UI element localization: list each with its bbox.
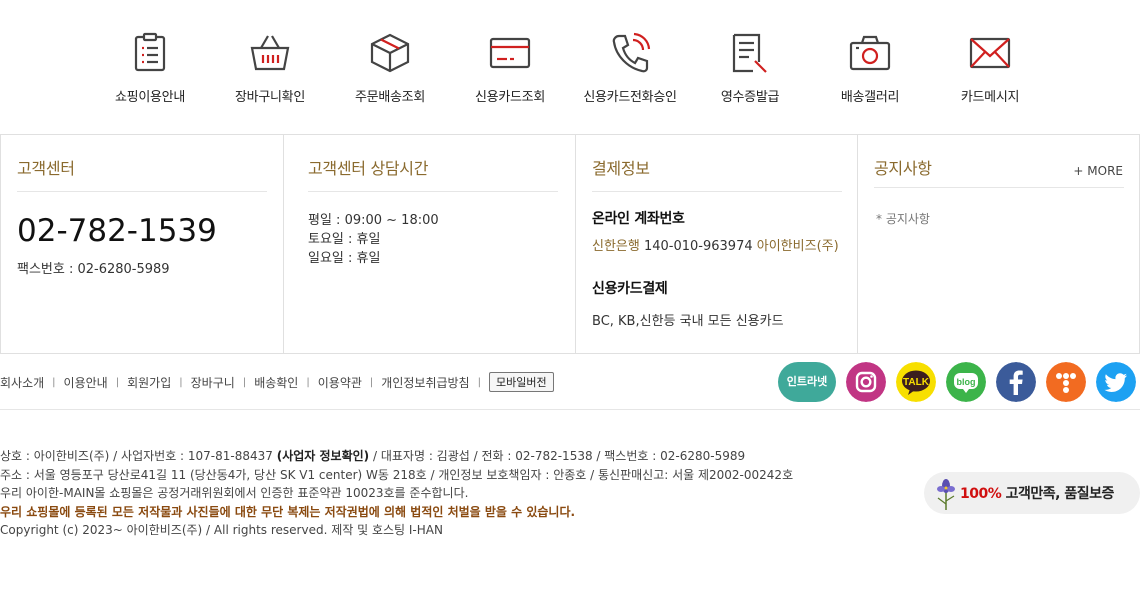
copyright-text: Copyright (c) 2023~ 아이한비즈(주) / All right… — [0, 523, 443, 538]
customer-center-section: 고객센터 02-782-1539 팩스번호 : 02-6280-5989 — [1, 135, 284, 353]
copyright-warning: 우리 쇼핑몰에 등록된 모든 저작물과 사진들에 대한 무단 복제는 저작권법에… — [0, 504, 576, 519]
nav-separator: | — [477, 376, 481, 388]
footer-nav: 회사소개 | 이용안내 | 회원가입 | 장바구니 | 배송확인 | 이용약관 … — [0, 372, 554, 392]
notice-item[interactable]: * 공지사항 — [876, 210, 930, 227]
company-contact: / 대표자명 : 김광섭 / 전화 : 02-782-1538 / 팩스번호 :… — [369, 449, 746, 463]
notice-more-link[interactable]: + MORE — [1073, 164, 1123, 178]
terms-compliance-notice: 우리 아이한-MAIN몰 쇼핑몰은 공정거래위원회에서 인증한 표준약관 100… — [0, 486, 469, 501]
instagram-icon[interactable] — [846, 362, 886, 402]
notice-title: 공지사항 — [874, 159, 932, 178]
footer-divider — [0, 409, 1140, 410]
nav-terms[interactable]: 이용약관 — [318, 374, 362, 391]
bank-name: 신한은행 — [592, 239, 640, 254]
payment-title: 결제정보 — [592, 159, 650, 178]
nav-separator: | — [115, 376, 120, 388]
shortcut-cart[interactable]: 장바구니확인 — [210, 0, 330, 134]
shortcut-label: 영수증발급 — [720, 90, 780, 105]
customer-center-title: 고객센터 — [17, 159, 75, 178]
bank-account: 신한은행 140-010-963974 아이한비즈(주) — [592, 235, 839, 254]
company-info-line: 상호 : 아이한비즈(주) / 사업자번호 : 107-81-88437 (사업… — [0, 447, 793, 466]
hours-sunday: 일요일 : 휴일 — [308, 251, 381, 266]
card-payment-title: 신용카드결제 — [592, 281, 668, 297]
intranet-button[interactable]: 인트라넷 — [778, 362, 836, 402]
shortcut-label: 배송갤러리 — [840, 90, 900, 105]
shortcut-receipt[interactable]: 영수증발급 — [690, 0, 810, 134]
account-holder: 아이한비즈(주) — [756, 239, 839, 254]
account-number: 140-010-963974 — [643, 239, 753, 254]
business-info-check-link[interactable]: (사업자 정보확인) — [277, 449, 369, 463]
payment-section: 결제정보 온라인 계좌번호 신한은행 140-010-963974 아이한비즈(… — [576, 135, 858, 353]
badge-text: 100% 고객만족, 품질보증 — [960, 483, 1114, 503]
shortcut-label: 카드메시지 — [960, 90, 1020, 105]
account-title: 온라인 계좌번호 — [592, 211, 685, 227]
kakaotalk-icon[interactable]: TALK — [896, 362, 936, 402]
shortcut-order-tracking[interactable]: 주문배송조회 — [330, 0, 450, 134]
shortcut-label: 신용카드전화승인 — [583, 90, 677, 105]
credit-card-icon — [489, 37, 531, 69]
facebook-icon[interactable] — [996, 362, 1036, 402]
tstory-icon[interactable] — [1046, 362, 1086, 402]
nav-separator: | — [52, 376, 56, 388]
receipt-icon — [732, 33, 767, 73]
shortcut-label: 쇼핑이용안내 — [115, 90, 185, 105]
shortcut-label: 주문배송조회 — [355, 90, 425, 105]
envelope-icon — [969, 37, 1011, 69]
shortcut-card-inquiry[interactable]: 신용카드조회 — [450, 0, 570, 134]
nav-separator: | — [179, 376, 183, 388]
blog-icon[interactable]: blog — [946, 362, 986, 402]
nav-separator: | — [242, 376, 247, 388]
shortcut-label: 장바구니확인 — [235, 90, 305, 105]
divider — [592, 191, 842, 192]
company-registration: 상호 : 아이한비즈(주) / 사업자번호 : 107-81-88437 — [0, 449, 277, 463]
notice-section: 공지사항 + MORE * 공지사항 — [858, 135, 1139, 353]
shortcut-shopping-guide[interactable]: 쇼핑이용안내 — [90, 0, 210, 134]
box-icon — [370, 33, 410, 73]
nav-company-intro[interactable]: 회사소개 — [0, 374, 44, 391]
shortcut-card-phone-approval[interactable]: 신용카드전화승인 — [570, 0, 690, 134]
nav-delivery-check[interactable]: 배송확인 — [254, 374, 298, 391]
kakaotalk-label: TALK — [903, 377, 930, 388]
phone-icon — [612, 32, 651, 73]
hours-saturday: 토요일 : 휴일 — [308, 232, 381, 247]
nav-cart[interactable]: 장바구니 — [191, 374, 235, 391]
basket-icon — [250, 35, 290, 71]
badge-percent: 100% — [960, 486, 1002, 502]
divider — [17, 191, 267, 192]
nav-usage-guide[interactable]: 이용안내 — [64, 374, 108, 391]
customer-phone-number: 02-782-1539 — [17, 213, 217, 249]
twitter-icon[interactable] — [1096, 362, 1136, 402]
divider — [874, 187, 1124, 188]
fax-number: 팩스번호 : 02-6280-5989 — [17, 262, 170, 277]
hours-title: 고객센터 상담시간 — [308, 159, 429, 178]
hours-weekday: 평일 : 09:00 ~ 18:00 — [308, 213, 439, 228]
hours-section: 고객센터 상담시간 평일 : 09:00 ~ 18:00 토요일 : 휴일 일요… — [284, 135, 576, 353]
accepted-cards: BC, KB,신한등 국내 모든 신용카드 — [592, 314, 784, 329]
badge-label: 고객만족, 품질보증 — [1001, 486, 1115, 502]
nav-separator: | — [369, 376, 374, 388]
company-address: 주소 : 서울 영등포구 당산로41길 11 (당산동4가, 당산 SK V1 … — [0, 467, 794, 482]
blog-label: blog — [957, 377, 976, 387]
nav-separator: | — [306, 376, 310, 388]
mobile-version-button[interactable]: 모바일버전 — [488, 372, 554, 392]
divider — [308, 191, 558, 192]
shortcut-delivery-gallery[interactable]: 배송갤러리 — [810, 0, 930, 134]
shortcut-card-message[interactable]: 카드메시지 — [930, 0, 1050, 134]
quality-guarantee-badge: 100% 고객만족, 품질보증 — [924, 472, 1140, 514]
camera-icon — [849, 35, 891, 71]
flower-icon — [937, 479, 955, 510]
nav-signup[interactable]: 회원가입 — [127, 374, 171, 391]
nav-privacy-policy[interactable]: 개인정보취급방침 — [381, 374, 469, 391]
shortcut-bar: 쇼핑이용안내 장바구니확인 주문배송조회 신용카드조회 신용카드전화승인 영수증… — [90, 0, 1050, 134]
shortcut-label: 신용카드조회 — [475, 90, 545, 105]
company-info: 상호 : 아이한비즈(주) / 사업자번호 : 107-81-88437 (사업… — [0, 447, 793, 540]
clipboard-icon — [134, 32, 166, 72]
info-panel: 고객센터 02-782-1539 팩스번호 : 02-6280-5989 고객센… — [0, 134, 1140, 354]
